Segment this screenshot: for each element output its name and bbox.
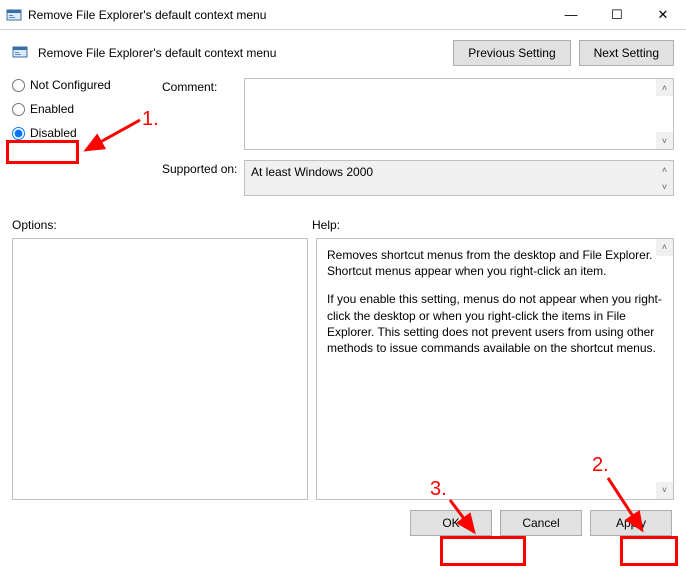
radio-not-configured-input[interactable] [12,79,25,92]
radio-disabled-label: Disabled [30,126,77,140]
titlebar: Remove File Explorer's default context m… [0,0,686,30]
radio-enabled[interactable]: Enabled [12,102,152,116]
policy-icon [12,44,30,62]
policy-title: Remove File Explorer's default context m… [38,46,453,60]
help-panel: Removes shortcut menus from the desktop … [316,238,674,500]
scroll-down-icon[interactable]: ˅ [656,482,673,499]
next-setting-button[interactable]: Next Setting [579,40,674,66]
scroll-up-icon[interactable]: ˄ [656,79,673,96]
close-button[interactable]: ✕ [640,0,686,29]
maximize-button[interactable]: ☐ [594,0,640,29]
ok-button[interactable]: OK [410,510,492,536]
scroll-up-icon: ˄ [656,161,673,178]
radio-not-configured[interactable]: Not Configured [12,78,152,92]
comment-label: Comment: [162,78,244,94]
options-panel [12,238,308,500]
radio-disabled[interactable]: Disabled [12,126,152,140]
help-text-p1: Removes shortcut menus from the desktop … [327,247,663,279]
radio-disabled-input[interactable] [12,127,25,140]
previous-setting-button[interactable]: Previous Setting [453,40,570,66]
window-title: Remove File Explorer's default context m… [28,8,548,22]
radio-enabled-input[interactable] [12,103,25,116]
supported-on-value: At least Windows 2000 [251,165,373,179]
header-row: Remove File Explorer's default context m… [12,40,674,66]
scroll-up-icon[interactable]: ˄ [656,239,673,256]
window-controls: — ☐ ✕ [548,0,686,29]
help-label: Help: [312,218,340,232]
scroll-down-icon: ˅ [656,178,673,195]
minimize-button[interactable]: — [548,0,594,29]
supported-on-box: At least Windows 2000 ˄ ˅ [244,160,674,196]
help-text-p2: If you enable this setting, menus do not… [327,291,663,356]
cancel-button[interactable]: Cancel [500,510,582,536]
policy-state-group: Not Configured Enabled Disabled [12,78,152,140]
supported-on-label: Supported on: [162,160,244,176]
options-label: Options: [12,218,312,232]
apply-button[interactable]: Apply [590,510,672,536]
radio-enabled-label: Enabled [30,102,74,116]
radio-not-configured-label: Not Configured [30,78,111,92]
policy-icon [6,7,22,23]
scroll-down-icon[interactable]: ˅ [656,132,673,149]
comment-textarea[interactable]: ˄ ˅ [244,78,674,150]
